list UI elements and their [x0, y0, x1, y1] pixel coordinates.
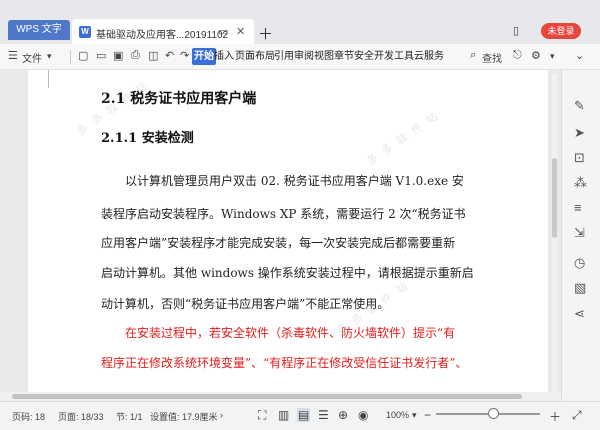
search-icon[interactable]: ⌕: [470, 49, 476, 62]
page-view-icon[interactable]: ▤: [297, 408, 311, 422]
zoom-level[interactable]: 100%: [386, 410, 409, 420]
close-tab-icon[interactable]: ✕: [236, 25, 245, 38]
monitor-icon[interactable]: ▭: [218, 25, 228, 38]
file-dropdown-icon[interactable]: ▾: [47, 51, 52, 62]
wps-window: WPS 文字 W 基础驱动及应用客...20191102 ▭ ✕ ＋ ▯ 未登录…: [0, 0, 600, 430]
image-icon[interactable]: ▧: [574, 280, 586, 296]
status-bar: 页码: 18 页面: 18/33 节: 1/1 设置值: 17.9厘米 › ⛶ …: [0, 401, 600, 430]
margin-marker: [48, 70, 49, 88]
read-mode-icon[interactable]: ▥: [278, 408, 289, 422]
paragraph-line: 启动计算机。其他 windows 操作系统安装过程中，请根据提示重新启: [101, 266, 474, 280]
status-more-icon[interactable]: ›: [220, 410, 223, 420]
ribbon-tab-start[interactable]: 开始: [192, 48, 216, 65]
main-toolbar: ☰ 文件 ▾ ▢ ▭ ▣ ⎙ ◫ ↶ ↷ ▾ 开始 插入 页面布局 引用 审阅 …: [0, 44, 600, 70]
ribbon-tab-layout[interactable]: 页面布局: [235, 48, 275, 65]
tab-document-title: 基础驱动及应用客...20191102: [96, 30, 229, 41]
heading-level1: 2.1 税务证书应用客户端: [101, 91, 257, 107]
print-icon[interactable]: ⎙: [131, 49, 140, 62]
ribbon-tab-developer[interactable]: 开发工具: [374, 48, 414, 65]
ribbon-tab-references[interactable]: 引用: [274, 48, 294, 65]
paragraph-line: 应用客户端”安装程序才能完成安装，每一次安装完成后都需要重新: [101, 236, 456, 250]
status-position[interactable]: 设置值: 17.9厘米: [150, 410, 218, 423]
new-doc-icon[interactable]: ▢: [78, 49, 88, 62]
status-section[interactable]: 节: 1/1: [116, 410, 143, 423]
fullscreen-icon[interactable]: ⛶: [258, 408, 266, 423]
style-icon[interactable]: ⁂: [574, 175, 587, 191]
redo-icon[interactable]: ↷: [180, 49, 189, 62]
share-nodes-icon[interactable]: ⋖: [574, 306, 585, 322]
ribbon-tab-insert[interactable]: 插入: [214, 48, 234, 65]
outline-view-icon[interactable]: ☰: [318, 408, 329, 422]
ribbon-tab-chapter[interactable]: 章节: [334, 48, 354, 65]
ribbon-tab-review[interactable]: 审阅: [294, 48, 314, 65]
paragraph-line: 以计算机管理员用户双击 02. 税务证书应用客户端 V1.0.exe 安: [101, 174, 464, 188]
title-bar: WPS 文字 W 基础驱动及应用客...20191102 ▭ ✕ ＋ ▯ 未登录: [0, 0, 600, 44]
zoom-slider-handle[interactable]: [488, 408, 499, 419]
document-page[interactable]: 2.1 税务证书应用客户端 2.1.1 安装检测 以计算机管理员用户双击 02.…: [28, 70, 548, 401]
horizontal-scrollbar[interactable]: [0, 392, 561, 401]
status-page-number[interactable]: 页码: 18: [12, 410, 45, 423]
print-preview-icon[interactable]: ◫: [148, 49, 158, 62]
status-page-total[interactable]: 页面: 18/33: [58, 410, 104, 423]
right-sidebar: ✎ ➤ ⊡ ⁂ ≡ ⇲ ◷ ▧ ⋖: [561, 70, 600, 401]
ribbon-tab-security[interactable]: 安全: [354, 48, 374, 65]
history-icon[interactable]: ◷: [574, 255, 585, 271]
file-menu[interactable]: 文件: [22, 50, 42, 65]
search-label[interactable]: 查找: [482, 50, 502, 65]
zoom-dropdown-icon[interactable]: ▾: [412, 410, 417, 421]
zoom-out-icon[interactable]: −: [424, 408, 431, 422]
share-icon[interactable]: ⎋: [513, 49, 522, 62]
pen-icon[interactable]: ✎: [574, 98, 585, 114]
ribbon-tab-cloud[interactable]: 云服务: [414, 48, 444, 65]
open-folder-icon[interactable]: ▭: [96, 49, 106, 62]
zoom-in-icon[interactable]: ＋: [549, 408, 561, 425]
vertical-scrollbar[interactable]: [552, 74, 557, 396]
eye-protect-icon[interactable]: ◉: [358, 408, 368, 422]
menu-icon[interactable]: ☰: [8, 49, 18, 62]
wps-doc-icon: W: [79, 26, 91, 38]
fit-window-icon[interactable]: ⤢: [572, 408, 582, 423]
paragraph-line: 动计算机，否则“税务证书应用客户端”不能正常使用。: [101, 297, 390, 311]
collapse-ribbon-icon[interactable]: ⌄: [575, 49, 584, 62]
document-canvas: 2.1 税务证书应用客户端 2.1.1 安装检测 以计算机管理员用户双击 02.…: [0, 70, 561, 401]
tab-document[interactable]: W 基础驱动及应用客...20191102 ▭ ✕: [72, 19, 254, 44]
warning-line: 程序正在修改系统环境变量”、“有程序正在修改受信任证书发行者”、: [101, 356, 468, 370]
cursor-icon[interactable]: ➤: [574, 125, 585, 141]
new-tab-button[interactable]: ＋: [258, 23, 273, 44]
text-format-icon[interactable]: ≡: [574, 200, 582, 215]
settings-dropdown-icon[interactable]: ▾: [550, 51, 555, 62]
warning-line: 在安装过程中，若安全软件（杀毒软件、防火墙软件）提示“有: [101, 326, 456, 340]
web-view-icon[interactable]: ⊕: [338, 408, 348, 422]
undo-icon[interactable]: ↶: [165, 49, 174, 62]
window-mode-icon[interactable]: ▯: [513, 24, 519, 37]
settings-icon[interactable]: ⚙: [531, 49, 541, 62]
heading-level2: 2.1.1 安装检测: [101, 131, 194, 146]
expand-icon[interactable]: ⇲: [574, 225, 585, 241]
save-icon[interactable]: ▣: [113, 49, 123, 62]
paragraph-line: 装程序启动安装程序。Windows XP 系统，需要运行 2 次“税务证书: [101, 207, 466, 221]
lock-icon[interactable]: ⊡: [574, 150, 585, 166]
ribbon-tab-view[interactable]: 视图: [314, 48, 334, 65]
login-button[interactable]: 未登录: [541, 23, 581, 39]
tab-wps-home[interactable]: WPS 文字: [8, 20, 70, 40]
